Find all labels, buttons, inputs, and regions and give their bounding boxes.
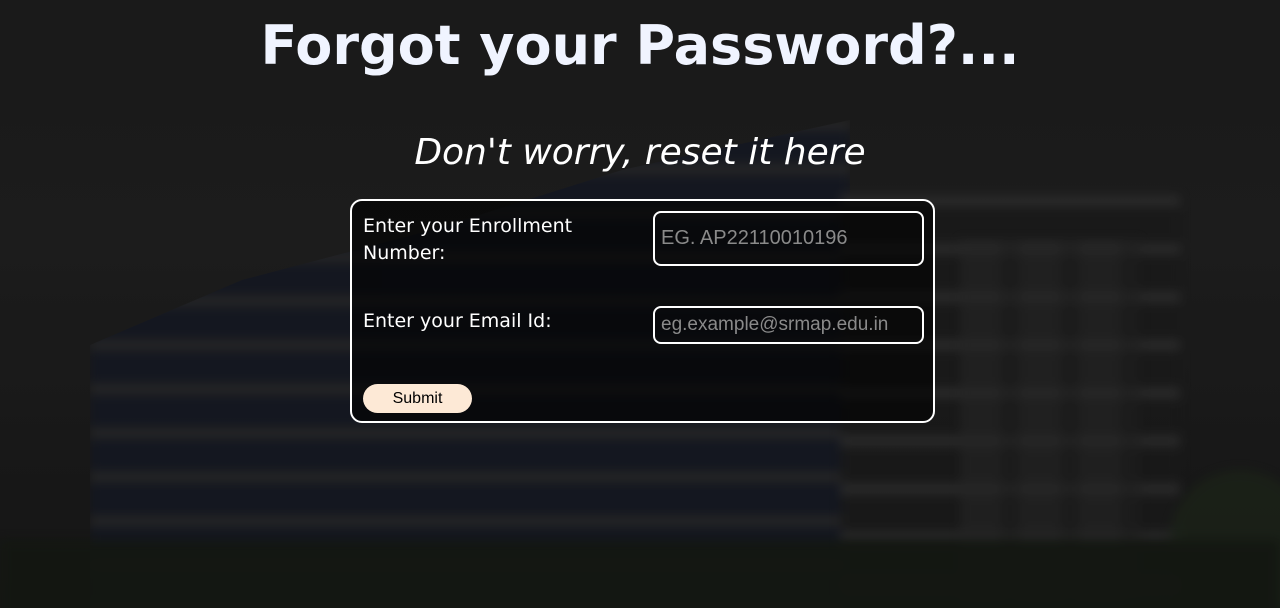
email-label: Enter your Email Id: (363, 310, 552, 332)
page-title: Forgot your Password?... (260, 14, 1020, 77)
page-subtitle: Don't worry, reset it here (414, 132, 866, 173)
enrollment-label: Enter your Enrollment Number: (363, 215, 573, 264)
reset-password-form: Enter your Enrollment Number: Enter your… (350, 199, 935, 423)
email-input[interactable] (653, 306, 924, 344)
enrollment-number-input[interactable] (653, 211, 924, 266)
submit-button[interactable]: Submit (363, 384, 472, 413)
